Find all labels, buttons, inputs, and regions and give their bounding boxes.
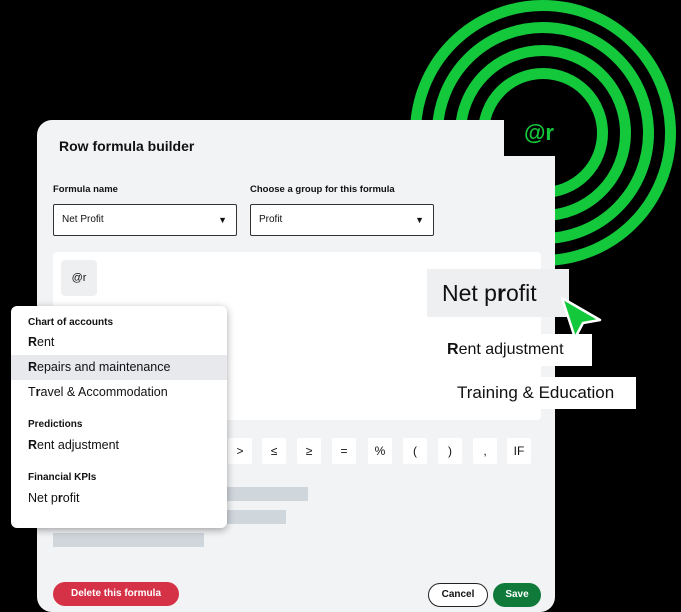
section-heading-predictions: Predictions: [28, 419, 83, 430]
dropdown-item-rent-adjustment[interactable]: Rent adjustment: [11, 433, 227, 458]
cursor-icon: [560, 296, 602, 340]
operator-greater-than-button[interactable]: >: [228, 438, 252, 464]
operator-comma-button[interactable]: ,: [473, 438, 497, 464]
section-heading-financial-kpis: Financial KPIs: [28, 472, 97, 483]
caret-down-icon: ▼: [415, 215, 424, 225]
operator-less-equal-button[interactable]: ≤: [262, 438, 286, 464]
group-value: Profit: [259, 214, 283, 225]
placeholder-bar: [227, 487, 308, 501]
operator-percent-button[interactable]: %: [368, 438, 392, 464]
at-r-badge: @r: [504, 110, 574, 156]
operator-if-button[interactable]: IF: [507, 438, 531, 464]
placeholder-bar: [227, 510, 286, 524]
suggestion-chip-net-profit[interactable]: Net profit: [427, 269, 569, 317]
dialog-title: Row formula builder: [59, 138, 195, 154]
delete-formula-button[interactable]: Delete this formula: [53, 582, 179, 606]
group-label: Choose a group for this formula: [250, 184, 395, 195]
suggestion-chip-training-education[interactable]: Training & Education: [447, 377, 636, 409]
caret-down-icon: ▼: [218, 215, 227, 225]
section-heading-chart-of-accounts: Chart of accounts: [28, 317, 114, 328]
placeholder-bar: [53, 533, 204, 547]
operator-equals-button[interactable]: =: [332, 438, 356, 464]
group-select[interactable]: Profit ▼: [250, 204, 434, 236]
save-button[interactable]: Save: [493, 583, 541, 607]
autocomplete-dropdown: Chart of accounts Rent Repairs and maint…: [11, 306, 227, 528]
formula-token[interactable]: @r: [61, 260, 97, 296]
operator-greater-equal-button[interactable]: ≥: [297, 438, 321, 464]
formula-name-label: Formula name: [53, 184, 118, 195]
dropdown-item-rent[interactable]: Rent: [11, 330, 227, 355]
formula-name-select[interactable]: Net Profit ▼: [53, 204, 237, 236]
dropdown-item-repairs-and-maintenance[interactable]: Repairs and maintenance: [11, 355, 227, 380]
dropdown-item-net-profit[interactable]: Net profit: [11, 486, 227, 511]
dropdown-item-travel-accommodation[interactable]: Travel & Accommodation: [11, 380, 227, 405]
operator-open-paren-button[interactable]: (: [403, 438, 427, 464]
operator-close-paren-button[interactable]: ): [438, 438, 462, 464]
formula-name-value: Net Profit: [62, 214, 104, 225]
cancel-button[interactable]: Cancel: [428, 583, 488, 607]
